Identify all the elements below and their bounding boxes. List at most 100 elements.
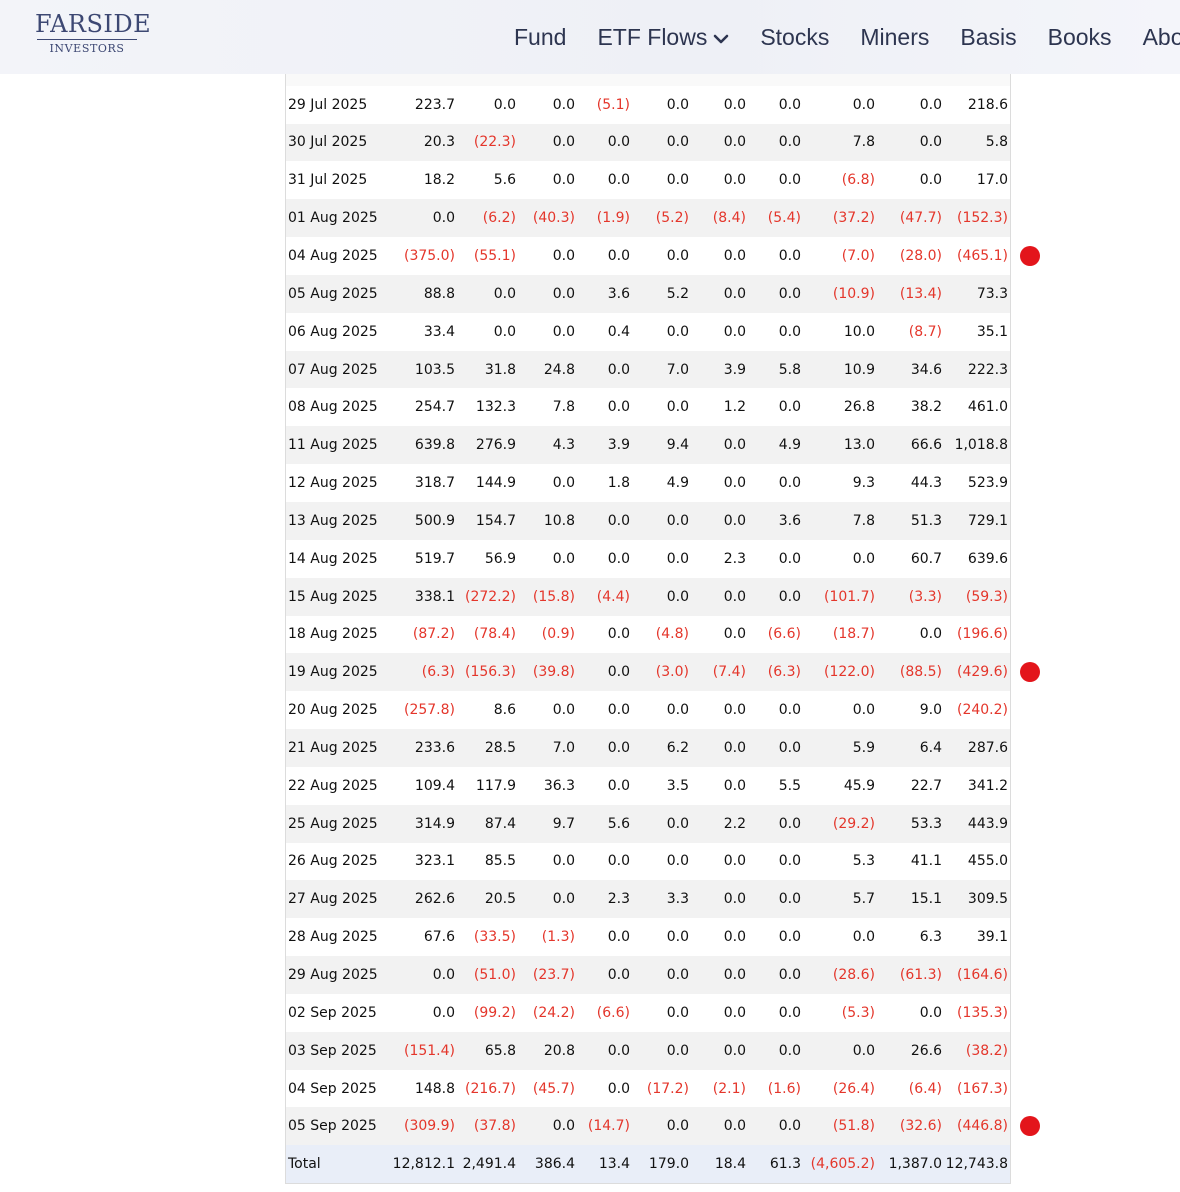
date-cell: 12 Aug 2025 (288, 475, 378, 492)
flow-cell: 10.0 (843, 323, 875, 340)
flow-cell: 0.0 (630, 123, 689, 162)
flow-cell: 35.1 (976, 323, 1008, 340)
nav-stocks[interactable]: Stocks (760, 24, 829, 51)
flow-cell: 132.3 (475, 399, 516, 416)
flow-cell: 5.2 (630, 274, 689, 313)
flow-cell: 4.9 (746, 426, 801, 465)
flow-cell: 639.6 (967, 550, 1008, 567)
flow-cell: 179.0 (630, 1145, 689, 1184)
flow-cell: 154.7 (455, 501, 516, 540)
flow-cell: (5.1) (596, 96, 630, 113)
flow-cell: 7.8 (552, 399, 575, 416)
flow-cell: 20.5 (455, 880, 516, 919)
logo-subtitle: INVESTORS (49, 42, 125, 55)
flow-cell: (429.6) (942, 653, 1010, 692)
flow-cell: 2.3 (575, 880, 630, 919)
flow-cell: 0.0 (746, 880, 801, 919)
flow-cell: 4.9 (666, 475, 689, 492)
flow-cell: 0.0 (575, 501, 630, 540)
flow-cell: 0.0 (552, 702, 575, 719)
red-marker-dot (1020, 1116, 1040, 1137)
flow-cell: 0.0 (801, 1031, 875, 1070)
table-row: 22 Aug 2025 109.4 117.9 36.3 0.0 3.5 0.0 5.5 45.… (286, 767, 1010, 805)
flow-cell: 0.0 (666, 323, 689, 340)
flow-cell: 144.9 (475, 475, 516, 492)
flow-cell: 36.3 (543, 777, 575, 794)
flow-cell: 0.0 (552, 853, 575, 870)
flow-cell: (22.3) (455, 123, 516, 162)
table-row: 21 Aug 2025 233.6 28.5 7.0 0.0 6.2 0.0 0.0 5.9 6.… (286, 729, 1010, 767)
flow-cell: 0.0 (432, 1004, 455, 1021)
flow-cell: 0.0 (516, 274, 575, 313)
flow-cell: 0.0 (875, 123, 942, 162)
date-cell: 14 Aug 2025 (288, 550, 378, 567)
flow-cell: (2.1) (712, 1080, 746, 1097)
flow-cell: 0.0 (723, 247, 746, 264)
date-cell: 31 Jul 2025 (288, 172, 368, 189)
table-row: 28 Aug 2025 67.6 (33.5) (1.3) 0.0 0.0 0.0 0.0 0.… (286, 918, 1010, 956)
total-label: Total (286, 1145, 381, 1184)
flow-cell: (6.8) (841, 172, 875, 189)
flow-cell: 0.0 (575, 653, 630, 692)
table-row: 20 Aug 2025 (257.8) 8.6 0.0 0.0 0.0 0.0 0.0 0.0 9… (286, 691, 1010, 729)
flow-cell: 0.0 (919, 96, 942, 113)
date-cell: 19 Aug 2025 (286, 653, 381, 692)
flow-cell: 12,743.8 (942, 1145, 1010, 1184)
logo-divider (37, 39, 137, 40)
nav-about[interactable]: Abou (1143, 24, 1180, 51)
flow-cell: (18.7) (832, 626, 875, 643)
flow-cell: 0.0 (778, 247, 801, 264)
flow-cell: (164.6) (942, 956, 1010, 994)
flow-cell: 443.9 (942, 804, 1010, 843)
flow-cell: (87.2) (412, 626, 455, 643)
flow-cell: 0.0 (552, 172, 575, 189)
flow-cell: 0.0 (778, 702, 801, 719)
flow-cell: 0.0 (552, 323, 575, 340)
flow-cell: (99.2) (473, 1004, 516, 1021)
table-row: 05 Sep 2025 (309.9) (37.8) 0.0 (14.7) 0.0 0.0 0… (286, 1107, 1010, 1146)
nav-miners[interactable]: Miners (860, 24, 929, 51)
flow-cell: 0.0 (689, 729, 746, 767)
date-cell: 28 Aug 2025 (288, 929, 378, 946)
date-cell: 27 Aug 2025 (286, 880, 381, 919)
nav-fund[interactable]: Fund (514, 24, 566, 51)
flow-cell: 0.0 (723, 702, 746, 719)
flow-cell: (33.5) (473, 929, 516, 946)
flow-cell: (38.2) (942, 1031, 1010, 1070)
table-row: 25 Aug 2025 314.9 87.4 9.7 5.6 0.0 2.2 0.0 (29.2… (286, 804, 1010, 843)
flow-cell: 500.9 (381, 501, 455, 540)
flow-cell: (8.4) (689, 199, 746, 238)
flow-cell: (152.3) (942, 199, 1010, 238)
nav-etf-flows[interactable]: ETF Flows (597, 24, 729, 51)
flow-cell: 0.0 (666, 853, 689, 870)
flow-cell: 0.0 (919, 1004, 942, 1021)
flow-cell: (151.4) (381, 1031, 455, 1070)
flow-cell: (6.4) (908, 1080, 942, 1097)
flow-cell: 24.8 (516, 350, 575, 389)
flow-cell: 53.3 (875, 804, 942, 843)
date-cell: 05 Sep 2025 (286, 1107, 381, 1146)
flow-cell: 0.0 (666, 702, 689, 719)
flow-cell: (101.7) (801, 577, 875, 616)
table-row: 07 Aug 2025 103.5 31.8 24.8 0.0 7.0 3.9 5.8 10.9… (286, 350, 1010, 389)
date-cell: 05 Aug 2025 (286, 274, 381, 313)
flow-cell: 0.0 (666, 1004, 689, 1021)
nav-basis[interactable]: Basis (960, 24, 1016, 51)
flow-cell: 5.8 (942, 123, 1010, 162)
flow-cell: 0.0 (381, 199, 455, 238)
nav-books[interactable]: Books (1048, 24, 1112, 51)
farside-logo[interactable]: FARSIDE INVESTORS (35, 10, 151, 55)
flow-cell: 5.5 (778, 777, 801, 794)
date-cell: 25 Aug 2025 (286, 804, 381, 843)
table-row: 18 Aug 2025 (87.2) (78.4) (0.9) 0.0 (4.8) 0.0 (… (286, 616, 1010, 654)
flow-cell: (6.2) (455, 199, 516, 238)
flow-cell: (5.2) (630, 199, 689, 238)
flow-cell: 1.2 (723, 399, 746, 416)
flow-cell: (88.5) (875, 653, 942, 692)
flow-cell: 0.0 (630, 804, 689, 843)
flow-cell: (8.7) (908, 323, 942, 340)
flow-cell: (23.7) (516, 956, 575, 994)
flow-cell: 12,812.1 (381, 1145, 455, 1184)
flow-cell: 13.4 (575, 1145, 630, 1184)
flow-cell: 0.0 (607, 550, 630, 567)
